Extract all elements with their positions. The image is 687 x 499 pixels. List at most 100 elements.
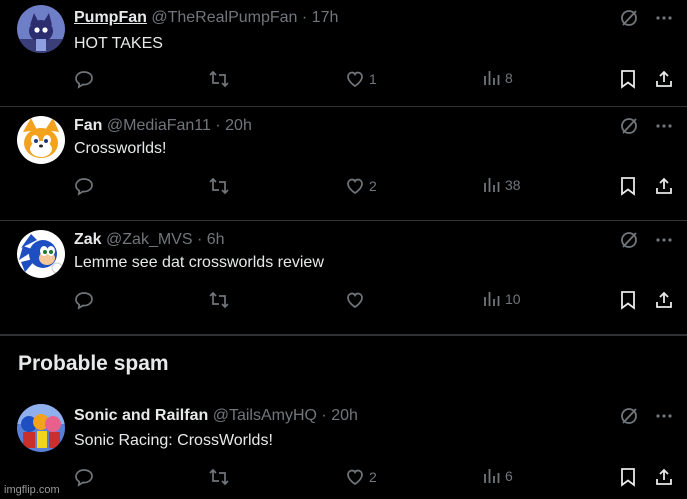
author-handle[interactable]: @MediaFan11 <box>107 117 211 134</box>
timestamp[interactable]: 20h <box>225 117 252 134</box>
share-icon <box>656 468 672 485</box>
like-count: 2 <box>369 178 377 194</box>
timestamp[interactable]: 6h <box>207 231 225 248</box>
more-options-icon[interactable] <box>655 231 673 254</box>
tweet-header: Sonic and Railfan @TailsAmyHQ · 20h <box>74 406 358 426</box>
grok-icon[interactable] <box>619 116 639 141</box>
avatar[interactable] <box>17 404 65 452</box>
tweet-text: Sonic Racing: CrossWorlds! <box>74 432 273 449</box>
bookmark-button[interactable] <box>619 69 637 89</box>
like-button[interactable] <box>345 290 369 310</box>
watermark: imgflip.com <box>4 484 60 496</box>
share-button[interactable] <box>655 69 673 89</box>
heart-icon <box>347 469 363 485</box>
separator: · <box>321 407 327 424</box>
avatar[interactable] <box>17 5 65 53</box>
author-name[interactable]: PumpFan <box>74 9 147 26</box>
share-button[interactable] <box>655 290 673 310</box>
tweet-actions: 10 <box>74 290 673 314</box>
like-count: 2 <box>369 469 377 485</box>
section-title: Probable spam <box>18 352 169 375</box>
repost-button[interactable] <box>208 69 230 89</box>
author-handle[interactable]: @TailsAmyHQ <box>213 407 317 424</box>
reply-icon <box>75 71 93 89</box>
more-options-icon[interactable] <box>655 9 673 32</box>
share-button[interactable] <box>655 467 673 487</box>
bookmark-icon <box>621 177 635 196</box>
tweet[interactable]: Fan @MediaFan11 · 20h Crossworlds! 2 38 <box>0 107 687 221</box>
divider <box>0 335 687 336</box>
view-count: 10 <box>505 291 521 307</box>
fox-avatar-icon <box>17 116 65 164</box>
view-count: 6 <box>505 468 513 484</box>
grok-icon[interactable] <box>619 406 639 431</box>
separator: · <box>215 117 221 134</box>
like-button[interactable]: 2 <box>345 467 377 487</box>
views-button[interactable]: 8 <box>483 69 513 87</box>
views-button[interactable]: 10 <box>483 290 521 308</box>
views-icon <box>484 71 500 85</box>
author-handle[interactable]: @TheRealPumpFan <box>151 9 297 26</box>
repost-button[interactable] <box>208 290 230 310</box>
reply-button[interactable] <box>74 290 94 310</box>
views-icon <box>484 469 500 483</box>
tweet[interactable]: Sonic and Railfan @TailsAmyHQ · 20h Soni… <box>0 391 687 499</box>
more-options-icon[interactable] <box>655 407 673 430</box>
author-name[interactable]: Sonic and Railfan <box>74 407 208 424</box>
views-icon <box>484 292 500 306</box>
view-count: 8 <box>505 70 513 86</box>
heart-icon <box>347 71 363 87</box>
hedgehog-avatar-icon <box>17 230 65 278</box>
like-button[interactable]: 2 <box>345 176 377 196</box>
share-button[interactable] <box>655 176 673 196</box>
separator: · <box>301 9 308 26</box>
avatar[interactable] <box>17 116 65 164</box>
author-name[interactable]: Fan <box>74 117 102 134</box>
like-button[interactable]: 1 <box>345 69 377 89</box>
heart-icon <box>347 292 363 308</box>
reply-icon <box>75 292 93 310</box>
cat-avatar-icon <box>17 5 65 53</box>
bookmark-button[interactable] <box>619 290 637 310</box>
repost-button[interactable] <box>208 467 230 487</box>
view-count: 38 <box>505 177 521 193</box>
tweet-actions: 2 6 <box>74 467 673 491</box>
separator: · <box>196 231 203 248</box>
reply-button[interactable] <box>74 176 94 196</box>
bookmark-button[interactable] <box>619 467 637 487</box>
more-options-icon[interactable] <box>655 117 673 140</box>
author-name[interactable]: Zak <box>74 231 102 248</box>
bookmark-icon <box>621 70 635 89</box>
views-icon <box>484 178 500 192</box>
tweet-text: HOT TAKES <box>74 35 163 52</box>
tweet-header: Zak @Zak_MVS · 6h <box>74 230 225 250</box>
tweet[interactable]: PumpFan @TheRealPumpFan · 17h HOT TAKES … <box>0 0 687 107</box>
tweet-actions: 2 38 <box>74 176 673 200</box>
timestamp[interactable]: 17h <box>312 9 339 26</box>
reply-button[interactable] <box>74 467 94 487</box>
group-avatar-icon <box>17 404 65 452</box>
tweet-text: Crossworlds! <box>74 140 167 157</box>
bookmark-icon <box>621 291 635 310</box>
reply-icon <box>75 469 93 487</box>
tweet-text: Lemme see dat crossworlds review <box>74 254 324 271</box>
timestamp[interactable]: 20h <box>331 407 358 424</box>
reply-icon <box>75 178 93 196</box>
repost-icon <box>209 70 229 88</box>
tweet-header: Fan @MediaFan11 · 20h <box>74 116 252 136</box>
bookmark-icon <box>621 468 635 487</box>
repost-button[interactable] <box>208 176 230 196</box>
grok-icon[interactable] <box>619 230 639 255</box>
bookmark-button[interactable] <box>619 176 637 196</box>
share-icon <box>656 291 672 308</box>
reply-button[interactable] <box>74 69 94 89</box>
tweet[interactable]: Zak @Zak_MVS · 6h Lemme see dat crosswor… <box>0 221 687 335</box>
share-icon <box>656 177 672 194</box>
avatar[interactable] <box>17 230 65 278</box>
views-button[interactable]: 6 <box>483 467 513 485</box>
tweet-actions: 1 8 <box>74 69 673 93</box>
tweet-header: PumpFan @TheRealPumpFan · 17h <box>74 8 338 28</box>
grok-icon[interactable] <box>619 8 639 33</box>
author-handle[interactable]: @Zak_MVS <box>106 231 192 248</box>
views-button[interactable]: 38 <box>483 176 521 194</box>
